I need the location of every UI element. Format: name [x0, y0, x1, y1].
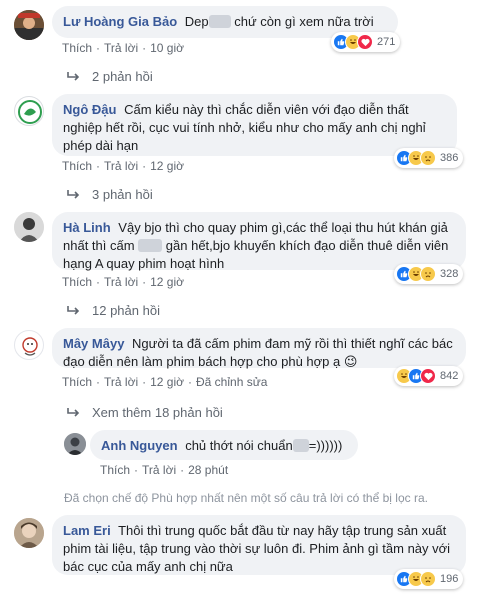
reply-arrow-icon — [67, 305, 80, 315]
replies-count: Xem thêm 18 phản hồi — [92, 405, 223, 420]
view-replies-link[interactable]: 2 phản hồi — [66, 69, 153, 84]
reply-text-rest: =)))))) — [308, 438, 343, 453]
reply-action[interactable]: Trả lời — [104, 275, 138, 289]
avatar-photo-icon — [14, 212, 44, 242]
reply-action[interactable]: Trả lời — [104, 41, 138, 55]
comment-author[interactable]: Ngô Đậu — [63, 102, 116, 117]
redacted-text — [292, 439, 309, 452]
avatar[interactable] — [14, 330, 44, 360]
timestamp[interactable]: 28 phút — [188, 463, 228, 477]
comment-author[interactable]: Lam Eri — [63, 523, 111, 538]
replies-count: 3 phản hồi — [92, 187, 153, 202]
like-action[interactable]: Thích — [62, 41, 92, 55]
avatar-photo-icon — [14, 518, 44, 548]
avatar[interactable] — [64, 433, 86, 455]
timestamp[interactable]: 12 giờ — [150, 375, 184, 389]
comment-bubble: Hà Linh Vậy bjo thì cho quay phim gì,các… — [52, 212, 466, 271]
comment-actions: Thích · Trả lời · 12 giờ — [62, 159, 184, 173]
like-action[interactable]: Thích — [62, 375, 92, 389]
comment-actions: Thích · Trả lời · 12 giờ · Đã chỉnh sửa — [62, 375, 268, 389]
view-replies-link[interactable]: 3 phản hồi — [66, 187, 153, 202]
reply-action[interactable]: Trả lời — [104, 375, 138, 389]
comment-bubble: Lam Eri Thôi thì trung quốc bắt đầu từ n… — [52, 515, 466, 575]
reaction-count: 386 — [440, 152, 459, 164]
reaction-summary[interactable]: 328 — [394, 264, 464, 284]
avatar[interactable] — [14, 96, 44, 126]
like-action[interactable]: Thích — [62, 275, 92, 289]
love-reaction-icon — [357, 34, 373, 50]
reaction-count: 328 — [440, 268, 459, 280]
comment-text: Thôi thì trung quốc bắt đầu từ nay hãy t… — [63, 523, 451, 574]
timestamp[interactable]: 10 giờ — [150, 41, 184, 55]
replies-count: 2 phản hồi — [92, 69, 153, 84]
reply-actions: Thích · Trả lời · 28 phút — [100, 463, 229, 477]
like-action[interactable]: Thích — [100, 463, 130, 477]
reaction-summary[interactable]: 196 — [394, 569, 464, 589]
comment-actions: Thích · Trả lời · 10 giờ — [62, 41, 184, 55]
reaction-count: 842 — [440, 370, 459, 382]
timestamp[interactable]: 12 giờ — [150, 159, 184, 173]
comment-bubble: Ngô Đậu Cấm kiểu này thì chắc diễn viên … — [52, 94, 457, 156]
redacted-text — [138, 239, 163, 252]
reaction-summary[interactable]: 386 — [394, 148, 464, 168]
like-action[interactable]: Thích — [62, 159, 92, 173]
avatar-drawing-icon — [22, 337, 38, 356]
sad-reaction-icon — [420, 150, 436, 166]
timestamp[interactable]: 12 giờ — [150, 275, 184, 289]
sad-reaction-icon — [420, 571, 436, 587]
view-more-replies-link[interactable]: Xem thêm 18 phản hồi — [66, 405, 223, 420]
reply-bubble: Anh Nguyen chủ thớt nói chuẩn =)))))) — [90, 430, 358, 460]
filter-notice: Đã chọn chế độ Phù hợp nhất nên một số c… — [64, 491, 428, 505]
avatar[interactable] — [14, 518, 44, 548]
comment-text: Dep — [184, 14, 209, 29]
reply-action[interactable]: Trả lời — [142, 463, 176, 477]
avatar-photo-icon — [64, 433, 86, 455]
reply-arrow-icon — [67, 407, 80, 417]
comment-author[interactable]: Mây Mâyy — [63, 336, 124, 351]
redacted-text — [208, 15, 231, 28]
edited-label[interactable]: Đã chỉnh sửa — [196, 375, 267, 389]
comment-text-rest: chứ còn gì xem nữa trời — [230, 14, 374, 29]
avatar[interactable] — [14, 212, 44, 242]
comment-actions: Thích · Trả lời · 12 giờ — [62, 275, 184, 289]
reply-text: chủ thớt nói chuẩn — [185, 438, 293, 453]
reaction-count: 196 — [440, 573, 459, 585]
reaction-count: 271 — [377, 36, 396, 48]
comment-bubble: Mây Mâyy Người ta đã cấm phim đam mỹ rồi… — [52, 328, 466, 369]
reaction-summary[interactable]: 271 — [331, 32, 401, 52]
reaction-summary[interactable]: 842 — [394, 366, 464, 386]
avatar[interactable] — [14, 10, 44, 40]
reply-arrow-icon — [67, 71, 80, 81]
wink-emoji: 😉 — [343, 354, 358, 369]
comment-author[interactable]: Lư Hoàng Gia Bảo — [63, 14, 177, 29]
replies-count: 12 phản hồi — [92, 303, 160, 318]
avatar-logo-icon — [18, 100, 42, 124]
view-replies-link[interactable]: 12 phản hồi — [66, 303, 160, 318]
reply-action[interactable]: Trả lời — [104, 159, 138, 173]
avatar-photo-icon — [14, 10, 44, 40]
sad-reaction-icon — [420, 266, 436, 282]
comment-text: Cấm kiểu này thì chắc diễn viên với đạo … — [63, 102, 426, 153]
reply-author[interactable]: Anh Nguyen — [101, 438, 178, 453]
reply-arrow-icon — [67, 189, 80, 199]
comment-author[interactable]: Hà Linh — [63, 220, 111, 235]
love-reaction-icon — [420, 368, 436, 384]
